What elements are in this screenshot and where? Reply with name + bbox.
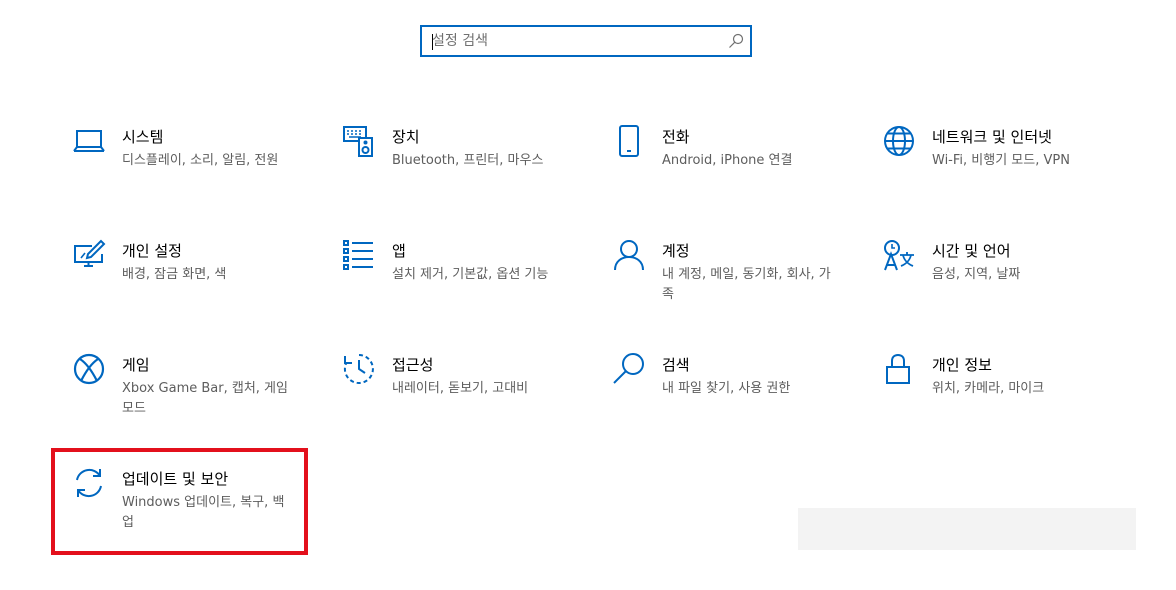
tile-title: 앱: [392, 242, 406, 260]
tile-phone[interactable]: 전화 Android, iPhone 연결: [612, 124, 852, 214]
magnifier-icon: [612, 352, 646, 386]
tile-gaming[interactable]: 게임 Xbox Game Bar, 캡처, 게임 모드: [72, 352, 312, 442]
tile-time-language[interactable]: 시간 및 언어 음성, 지역, 날짜: [882, 238, 1122, 328]
tile-system[interactable]: 시스템 디스플레이, 소리, 알림, 전원: [72, 124, 312, 214]
tile-description: 내 계정, 메일, 동기화, 회사, 가족: [662, 267, 831, 302]
tile-title: 게임: [122, 356, 150, 374]
tile-title: 개인 설정: [122, 242, 182, 260]
tile-description: 디스플레이, 소리, 알림, 전원: [122, 153, 279, 168]
phone-icon: [612, 124, 646, 158]
tile-description: Android, iPhone 연결: [662, 153, 793, 168]
time-language-icon: [882, 238, 916, 272]
personalization-icon: [72, 238, 106, 272]
tile-search[interactable]: 검색 내 파일 찾기, 사용 권한: [612, 352, 852, 442]
person-icon: [612, 238, 646, 272]
tile-description: 내 파일 찾기, 사용 권한: [662, 381, 791, 396]
tile-description: 위치, 카메라, 마이크: [932, 381, 1045, 396]
tile-title: 개인 정보: [932, 356, 992, 374]
tile-description: 음성, 지역, 날짜: [932, 267, 1021, 282]
tile-description: Windows 업데이트, 복구, 백업: [122, 495, 285, 530]
sync-icon: [72, 466, 106, 500]
tile-title: 업데이트 및 보안: [122, 470, 229, 488]
tile-accounts[interactable]: 계정 내 계정, 메일, 동기화, 회사, 가족: [612, 238, 852, 328]
tile-network[interactable]: 네트워크 및 인터넷 Wi-Fi, 비행기 모드, VPN: [882, 124, 1122, 214]
text-caret: [432, 34, 433, 50]
tile-description: Wi-Fi, 비행기 모드, VPN: [932, 153, 1070, 168]
search-box[interactable]: [420, 25, 752, 57]
laptop-icon: [72, 124, 106, 158]
tile-ease-of-access[interactable]: 접근성 내레이터, 돋보기, 고대비: [342, 352, 582, 442]
devices-icon: [342, 124, 376, 158]
tile-title: 접근성: [392, 356, 434, 374]
tile-description: 배경, 잠금 화면, 색: [122, 267, 227, 282]
tile-description: 내레이터, 돋보기, 고대비: [392, 381, 529, 396]
tile-title: 시스템: [122, 128, 164, 146]
tile-personalization[interactable]: 개인 설정 배경, 잠금 화면, 색: [72, 238, 312, 328]
lock-icon: [882, 352, 916, 386]
tile-title: 전화: [662, 128, 690, 146]
tile-title: 시간 및 언어: [932, 242, 1011, 260]
search-icon[interactable]: [728, 33, 744, 49]
tile-title: 네트워크 및 인터넷: [932, 128, 1052, 146]
tile-privacy[interactable]: 개인 정보 위치, 카메라, 마이크: [882, 352, 1122, 442]
ease-of-access-icon: [342, 352, 376, 386]
globe-icon: [882, 124, 916, 158]
watermark-overlay: [798, 508, 1136, 550]
search-input[interactable]: [430, 27, 722, 55]
tile-description: Bluetooth, 프린터, 마우스: [392, 153, 544, 168]
tile-title: 장치: [392, 128, 420, 146]
tile-devices[interactable]: 장치 Bluetooth, 프린터, 마우스: [342, 124, 582, 214]
tile-apps[interactable]: 앱 설치 제거, 기본값, 옵션 기능: [342, 238, 582, 328]
tile-title: 계정: [662, 242, 690, 260]
tile-description: Xbox Game Bar, 캡처, 게임 모드: [122, 381, 288, 416]
tile-title: 검색: [662, 356, 690, 374]
apps-list-icon: [342, 238, 376, 272]
tile-description: 설치 제거, 기본값, 옵션 기능: [392, 267, 549, 282]
xbox-icon: [72, 352, 106, 386]
tile-update-security[interactable]: 업데이트 및 보안 Windows 업데이트, 복구, 백업: [72, 466, 312, 556]
